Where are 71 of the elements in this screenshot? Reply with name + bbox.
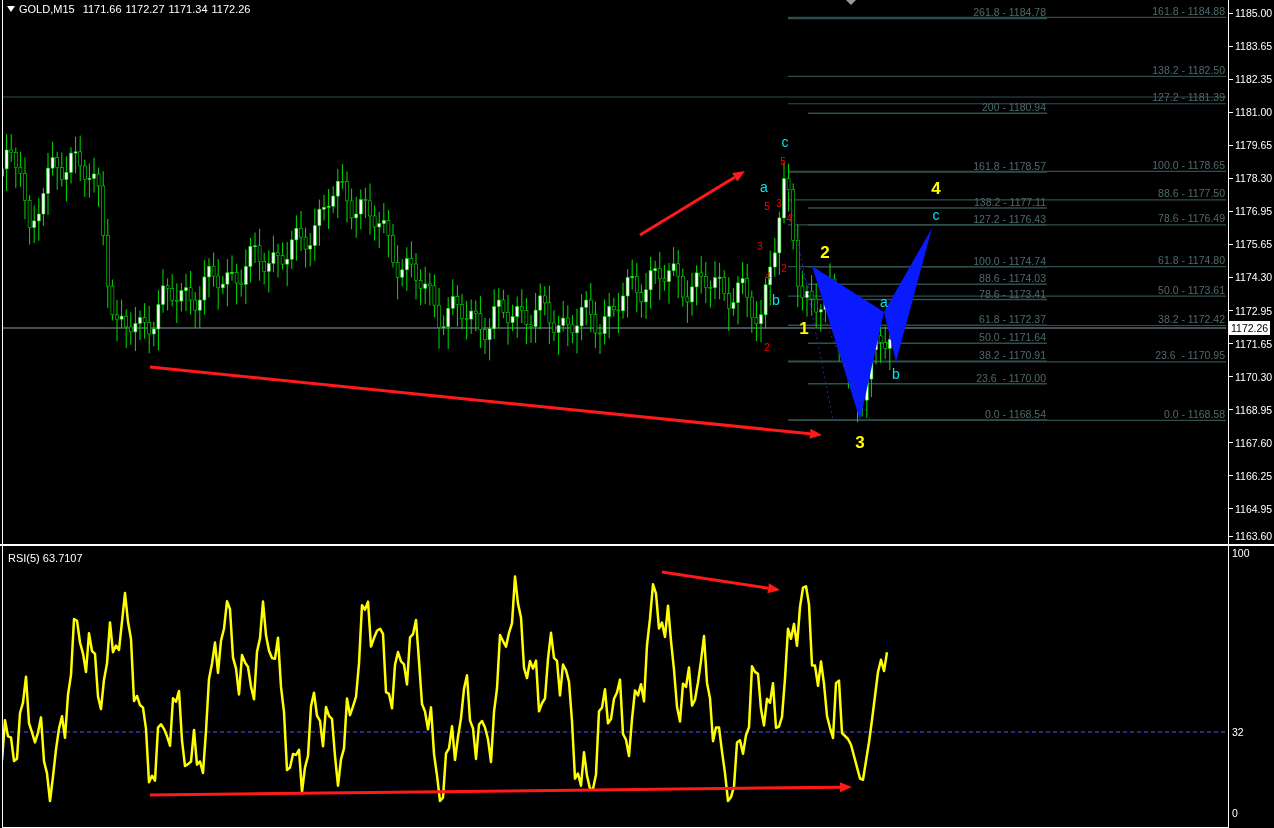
fib-level-label: 0.0 - 1168.58 <box>1163 407 1225 420</box>
wave-label: 3 <box>855 433 865 452</box>
wave-label: b <box>892 366 900 382</box>
fib-level-label: 38.2 - 1170.91 <box>979 349 1046 362</box>
wave-label: 4 <box>765 271 771 282</box>
fib-level-label: 127.2 - 1181.39 <box>1152 91 1225 104</box>
price-axis-label: 1174.30 <box>1235 270 1273 285</box>
ohlc-value: 1171.66 <box>82 2 122 17</box>
wave-label: 2 <box>764 342 770 353</box>
dropdown-icon[interactable] <box>7 6 15 13</box>
wave-label: 3 <box>757 241 763 252</box>
fib-level-label: 100.0 - 1174.74 <box>973 254 1046 267</box>
price-axis-label: 1166.25 <box>1235 468 1273 483</box>
wave-label: a <box>760 179 768 195</box>
ohlc-value: 1172.26 <box>211 2 251 17</box>
rsi-axis-label: 0 <box>1232 806 1238 820</box>
fib-level-label: 261.8 - 1184.78 <box>973 6 1046 19</box>
fib-level-label: 0.0 - 1168.54 <box>984 407 1046 420</box>
wave-label: 5 <box>764 201 770 212</box>
price-axis-label: 1178.30 <box>1235 171 1273 186</box>
fib-level-label: 88.6 - 1177.50 <box>1158 187 1225 200</box>
price-axis-label: 1170.30 <box>1235 369 1273 384</box>
price-axis-label: 1179.65 <box>1235 138 1273 153</box>
fib-level-label: 50.0 - 1171.64 <box>979 331 1046 344</box>
wave-label: a <box>880 294 888 310</box>
fib-level-label: 23.6 - 1170.95 <box>1155 349 1225 362</box>
fib-level-label: 161.8 - 1184.88 <box>1152 4 1225 17</box>
fib-level-label: 23.6 - 1170.00 <box>976 371 1046 384</box>
price-axis-label: 1183.65 <box>1235 39 1273 54</box>
wave-label: 4 <box>786 213 792 224</box>
wave-label: 5 <box>780 156 786 167</box>
wave-label: 1 <box>799 319 809 338</box>
price-axis-label: 1164.95 <box>1235 501 1273 516</box>
wave-label: b <box>772 292 780 308</box>
current-price-label: 1172.26 <box>1229 321 1271 335</box>
ohlc-value: 1172.27 <box>125 2 165 17</box>
ohlc-value: 1171.34 <box>168 2 208 17</box>
wave-label: 2 <box>781 263 787 274</box>
price-axis-label: 1167.60 <box>1235 435 1273 450</box>
fib-level-label: 88.6 - 1174.03 <box>979 272 1046 285</box>
fib-level-label: 100.0 - 1178.65 <box>1152 158 1225 171</box>
wave-label: c <box>781 134 789 150</box>
fib-level-label: 161.8 - 1178.57 <box>973 159 1046 172</box>
price-axis-label: 1171.65 <box>1235 336 1273 351</box>
shift-marker-icon[interactable] <box>846 0 856 5</box>
price-axis-label: 1182.35 <box>1235 72 1273 87</box>
wave-label: 4 <box>931 179 941 198</box>
price-axis-label: 1168.95 <box>1235 402 1273 417</box>
price-axis-label: 1181.00 <box>1235 105 1273 120</box>
fib-level-label: 200 - 1180.94 <box>981 101 1046 114</box>
wave-label: 3 <box>776 198 782 209</box>
fib-level-label: 78.6 - 1176.49 <box>1158 212 1225 225</box>
price-axis-label: 1175.65 <box>1235 237 1273 252</box>
price-axis-label: 1185.00 <box>1235 6 1273 20</box>
fib-level-label: 138.2 - 1182.50 <box>1152 63 1225 76</box>
rsi-axis-label: 32 <box>1232 725 1244 739</box>
fib-level-label: 78.6 - 1173.41 <box>979 287 1046 300</box>
fib-level-label: 138.2 - 1177.11 <box>974 196 1046 209</box>
wave-label: c <box>932 207 940 223</box>
price-axis-label: 1163.60 <box>1235 529 1273 543</box>
chart-symbol: GOLD,M15 <box>19 2 75 17</box>
fib-level-label: 50.0 - 1173.61 <box>1158 283 1225 296</box>
fib-level-label: 61.8 - 1172.37 <box>979 313 1046 326</box>
fib-level-label: 127.2 - 1176.43 <box>973 212 1046 225</box>
rsi-axis-label: 100 <box>1232 546 1250 560</box>
price-axis-label: 1172.95 <box>1235 303 1273 318</box>
indicator-title: RSI(5) 63.7107 <box>8 551 83 566</box>
wave-label: 2 <box>820 243 830 262</box>
fib-level-label: 38.2 - 1172.42 <box>1158 313 1225 325</box>
fib-level-label: 61.8 - 1174.80 <box>1158 254 1225 267</box>
price-axis-label: 1176.95 <box>1235 204 1273 219</box>
